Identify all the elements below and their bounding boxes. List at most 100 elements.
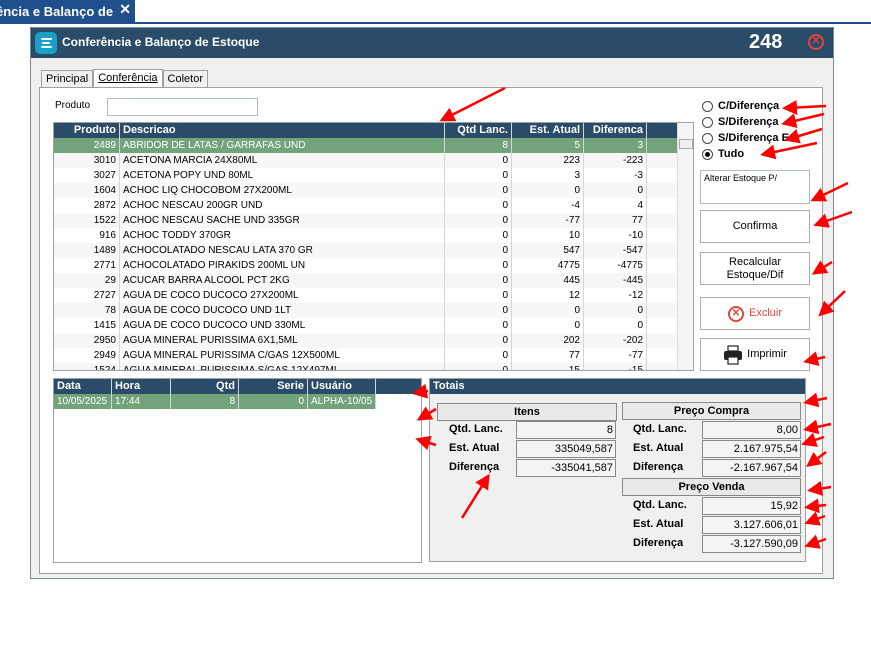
excluir-button[interactable]: ✕ Excluir [700, 297, 810, 330]
table-cell: -445 [584, 273, 647, 288]
table-cell: 3010 [54, 153, 120, 168]
table-row[interactable]: 3027 ACETONA POPY UND 80ML 0 3 -3 [54, 168, 677, 183]
col-qtd-lanc[interactable]: Qtd Lanc. [445, 123, 512, 138]
table-cell: 4 [584, 198, 647, 213]
table-cell: 1524 [54, 363, 120, 370]
outer-tab-close-icon[interactable]: ✕ [119, 1, 131, 18]
table-row[interactable]: 3010 ACETONA MARCIA 24X80ML 0 223 -223 [54, 153, 677, 168]
itens-qtd-lanc-label: Qtd. Lanc. [449, 423, 503, 435]
table-cell: 3027 [54, 168, 120, 183]
table-cell: 0 [512, 183, 584, 198]
col-qtd[interactable]: Qtd [171, 379, 239, 394]
radio-icon[interactable] [702, 100, 713, 112]
filter-s-diferenca[interactable]: S/Diferença [702, 115, 779, 129]
itens-qtd-lanc-value: 8 [516, 421, 616, 439]
table-cell: -202 [584, 333, 647, 348]
table-row[interactable]: 1604 ACHOC LIQ CHOCOBOM 27X200ML 0 0 0 [54, 183, 677, 198]
table-cell: 1522 [54, 213, 120, 228]
col-hora[interactable]: Hora [112, 379, 171, 394]
imprimir-label: Imprimir [747, 348, 787, 360]
title-bar: Conferência e Balanço de Estoque 248 ✕ [31, 28, 833, 58]
table-cell: ACHOCOLATADO PIRAKIDS 200ML UN [120, 258, 445, 273]
table-cell: 77 [584, 213, 647, 228]
filter-label: C/Diferença [718, 100, 780, 112]
table-row[interactable]: 1489 ACHOCOLATADO NESCAU LATA 370 GR 0 547-… [54, 243, 677, 258]
table-row[interactable]: 2771 ACHOCOLATADO PIRAKIDS 200ML UN 0 4775-… [54, 258, 677, 273]
filter-tudo[interactable]: Tudo [702, 147, 744, 161]
outer-tab[interactable]: ência e Balanço de ✕ [0, 0, 135, 22]
table-cell: 0 [445, 183, 512, 198]
table-cell: 77 [512, 348, 584, 363]
outer-tab-label: ência e Balanço de [0, 3, 114, 19]
app-logo-icon [35, 32, 57, 54]
history-cell: 8 [171, 394, 239, 409]
table-cell: 0 [445, 228, 512, 243]
table-row[interactable]: 1522 ACHOC NESCAU SACHE UND 335GR 0 -77 77 [54, 213, 677, 228]
history-cell: 17:44 [112, 394, 171, 409]
table-row[interactable]: 2949 AGUA MINERAL PURISSIMA C/GAS 12X500M… [54, 348, 677, 363]
table-cell: 0 [445, 303, 512, 318]
table-cell: -3 [584, 168, 647, 183]
table-cell: 0 [584, 318, 647, 333]
tab-conferencia[interactable]: Conferência [93, 69, 163, 88]
table-row[interactable]: 2872 ACHOC NESCAU 200GR UND 0 -4 4 [54, 198, 677, 213]
table-row[interactable]: 916 ACHOC TODDY 370GR 0 10 -10 [54, 228, 677, 243]
table-cell: 4775 [512, 258, 584, 273]
filter-c-diferenca[interactable]: C/Diferença [702, 99, 779, 113]
filter-label: Tudo [718, 148, 745, 160]
table-cell: 0 [445, 168, 512, 183]
col-usuario[interactable]: Usuário [308, 379, 376, 394]
alterar-estoque-input[interactable]: Alterar Estoque P/ [700, 170, 810, 204]
table-row[interactable]: 78 AGUA DE COCO DUCOCO UND 1LT 0 0 0 [54, 303, 677, 318]
table-cell: AGUA DE COCO DUCOCO UND 1LT [120, 303, 445, 318]
outer-tab-underline [0, 22, 871, 24]
table-cell: 0 [445, 333, 512, 348]
history-row[interactable]: 10/05/2025 17:44 8 0 ALPHA-10/05 [54, 394, 376, 409]
products-grid-scrollbar[interactable] [677, 123, 693, 370]
radio-icon[interactable] [702, 116, 713, 128]
table-cell: ACHOC LIQ CHOCOBOM 27X200ML [120, 183, 445, 198]
col-data[interactable]: Data [54, 379, 112, 394]
col-serie[interactable]: Serie [239, 379, 308, 394]
table-cell: ACHOC NESCAU 200GR UND [120, 198, 445, 213]
close-icon[interactable]: ✕ [808, 34, 824, 50]
table-row[interactable]: 1415 AGUA DE COCO DUCOCO UND 330ML 0 0 0 [54, 318, 677, 333]
produto-label: Produto [55, 100, 91, 111]
recalcular-button[interactable]: Recalcular Estoque/Dif [700, 252, 810, 285]
table-row[interactable]: 1524 AGUA MINERAL PURISSIMA S/GAS 12X497M… [54, 363, 677, 370]
window-title: Conferência e Balanço de Estoque [62, 35, 260, 49]
table-row[interactable]: 2727 AGUA DE COCO DUCOCO 27X200ML 0 12 -12 [54, 288, 677, 303]
confirma-button[interactable]: Confirma [700, 210, 810, 243]
col-produto[interactable]: Produto [54, 123, 120, 138]
table-cell: 10 [512, 228, 584, 243]
col-descricao[interactable]: Descricao [120, 123, 445, 138]
table-cell: AGUA MINERAL PURISSIMA S/GAS 12X497ML [120, 363, 445, 370]
col-est-atual[interactable]: Est. Atual [512, 123, 584, 138]
table-row[interactable]: 2950 AGUA MINERAL PURISSIMA 6X1,5ML 0 202 -2… [54, 333, 677, 348]
tab-principal[interactable]: Principal [41, 70, 94, 88]
table-cell: 0 [445, 198, 512, 213]
table-cell: 1489 [54, 243, 120, 258]
table-cell: 0 [445, 318, 512, 333]
radio-icon[interactable] [702, 148, 713, 160]
scrollbar-thumb[interactable] [679, 139, 693, 149]
table-cell: 547 [512, 243, 584, 258]
table-row[interactable]: 29 ACUCAR BARRA ALCOOL PCT 2KG 0 445 -445 [54, 273, 677, 288]
venda-est-atual-label: Est. Atual [633, 518, 684, 530]
products-grid-header: Produto Descricao Qtd Lanc. Est. Atual D… [54, 123, 677, 138]
table-cell: ACUCAR BARRA ALCOOL PCT 2KG [120, 273, 445, 288]
tab-coletor[interactable]: Coletor [162, 70, 208, 88]
produto-input[interactable] [107, 98, 258, 116]
table-cell: ACHOCOLATADO NESCAU LATA 370 GR [120, 243, 445, 258]
printer-icon [724, 344, 743, 365]
table-cell: -4 [512, 198, 584, 213]
col-diferenca[interactable]: Diferenca [584, 123, 647, 138]
table-cell: 2771 [54, 258, 120, 273]
table-row[interactable]: 2489 ABRIDOR DE LATAS / GARRAFAS UND 8 5 3 [54, 138, 677, 153]
table-cell: 916 [54, 228, 120, 243]
filter-s-diferenca-e[interactable]: S/Diferença E [702, 131, 789, 145]
radio-icon[interactable] [702, 132, 713, 144]
table-cell: 8 [445, 138, 512, 153]
imprimir-button[interactable]: Imprimir [700, 338, 810, 371]
itens-title: Itens [437, 403, 617, 421]
